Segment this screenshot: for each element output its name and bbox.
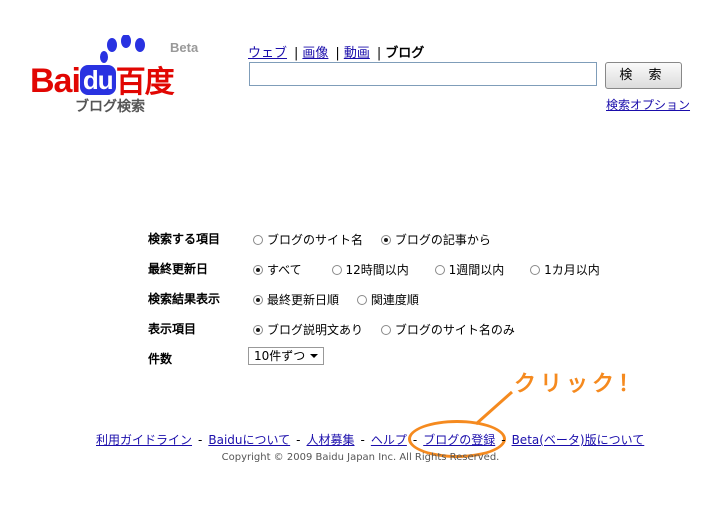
radio-updated-12h[interactable]: 12時間以内 (331, 261, 409, 278)
search-button[interactable]: 検 索 (605, 62, 682, 89)
option-label-count: 件数 (148, 352, 173, 366)
beta-label: Beta (170, 40, 199, 55)
option-label-target: 検索する項目 (148, 232, 221, 246)
radio-display-site-name-only[interactable]: ブログのサイト名のみ (380, 321, 515, 338)
search-options-link[interactable]: 検索オプション (606, 96, 690, 113)
search-input[interactable] (249, 62, 597, 86)
radio-button[interactable] (253, 294, 263, 305)
nav-web[interactable]: ウェブ (248, 46, 287, 61)
radio-button[interactable] (331, 264, 342, 275)
nav-video[interactable]: 動画 (344, 46, 370, 61)
click-annotation-text: クリック！ (514, 372, 645, 397)
radio-button[interactable] (380, 234, 391, 245)
footer-link-guidelines[interactable]: 利用ガイドライン (96, 433, 192, 447)
logo-wordmark: Bai du 百度 (30, 62, 175, 100)
footer-link-jobs[interactable]: 人材募集 (307, 433, 355, 447)
radio-updated-all[interactable]: すべて (253, 261, 302, 278)
radio-button[interactable] (253, 324, 263, 335)
radio-button[interactable] (380, 324, 391, 335)
radio-sort-relevance[interactable]: 関連度順 (356, 291, 419, 308)
search-category-nav: ウェブ | 画像 | 動画 | ブログ (248, 46, 425, 61)
radio-group-sort: 最終更新日順 関連度順 (253, 291, 433, 308)
footer-link-register-blog[interactable]: ブログの登録 (423, 433, 495, 447)
radio-sort-date[interactable]: 最終更新日順 (253, 291, 339, 308)
logo-subtitle: ブログ検索 (75, 99, 145, 115)
footer-link-about[interactable]: Baiduについて (208, 433, 290, 447)
radio-target-article[interactable]: ブログの記事から (380, 231, 491, 248)
radio-button[interactable] (434, 264, 445, 275)
radio-button[interactable] (253, 234, 263, 245)
count-select[interactable]: 10件ずつ (248, 347, 324, 365)
radio-button[interactable] (253, 264, 263, 275)
footer-link-beta[interactable]: Beta(ベータ)版について (512, 433, 645, 447)
option-label-updated: 最終更新日 (148, 262, 209, 276)
footer-links: 利用ガイドライン - Baiduについて - 人材募集 - ヘルプ - ブログの登録 - Beta(… (96, 433, 645, 447)
radio-button[interactable] (356, 294, 367, 305)
copyright-text: Copyright © 2009 Baidu Japan Inc. All Ri… (221, 452, 500, 463)
count-select-value: 10件ずつ (254, 349, 306, 363)
radio-button[interactable] (530, 264, 541, 275)
chevron-down-icon (310, 354, 318, 358)
option-label-sort: 検索結果表示 (148, 292, 221, 306)
radio-group-display: ブログ説明文あり ブログのサイト名のみ (253, 321, 529, 338)
radio-display-description[interactable]: ブログ説明文あり (253, 321, 363, 338)
nav-blog: ブログ (385, 46, 425, 61)
radio-group-target: ブログのサイト名 ブログの記事から (253, 231, 505, 248)
footer-link-help[interactable]: ヘルプ (371, 433, 407, 447)
radio-updated-1w[interactable]: 1週間以内 (434, 261, 504, 278)
nav-images[interactable]: 画像 (302, 46, 328, 61)
radio-updated-1m[interactable]: 1カ月以内 (530, 261, 600, 278)
radio-group-updated: すべて 12時間以内 1週間以内 1カ月以内 (253, 261, 614, 278)
radio-target-site-name[interactable]: ブログのサイト名 (253, 231, 363, 248)
option-label-display: 表示項目 (148, 322, 197, 336)
